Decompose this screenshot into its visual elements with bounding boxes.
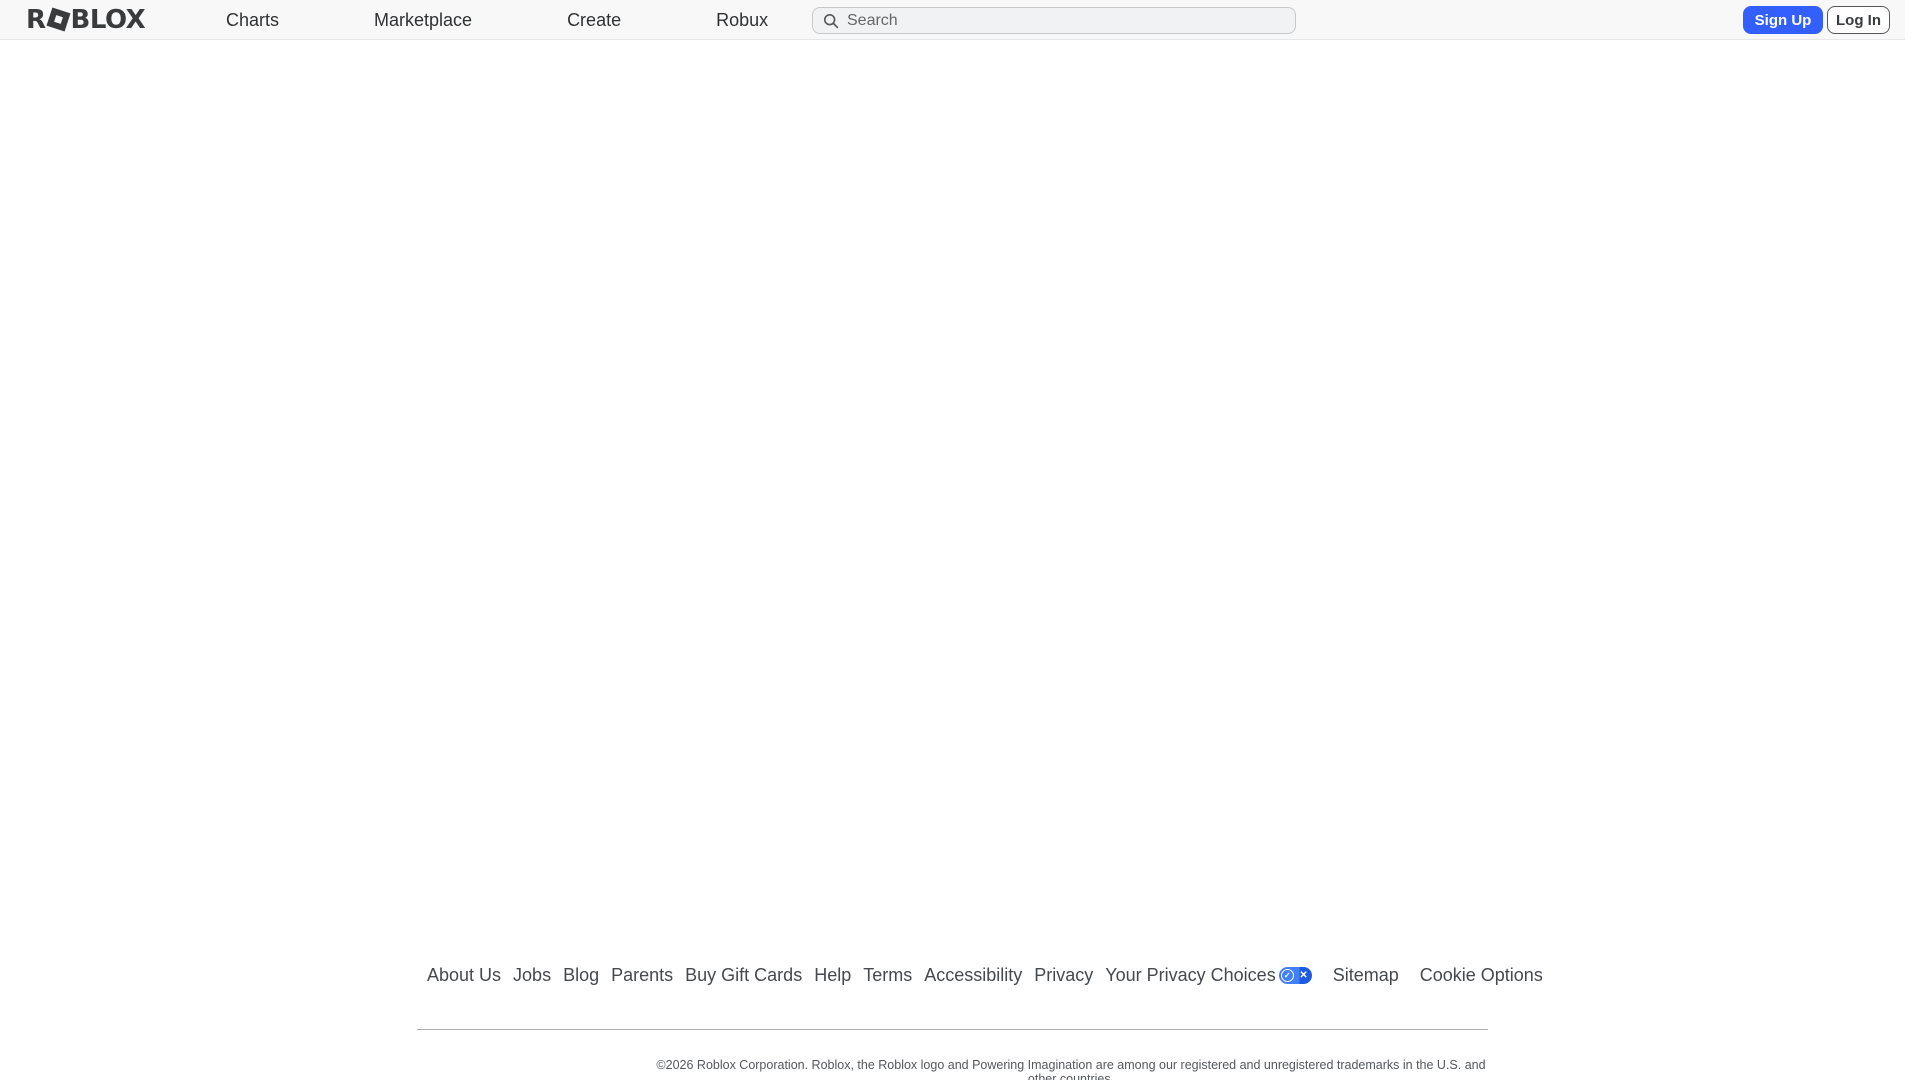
nav-item-create[interactable]: Create	[567, 10, 621, 31]
nav-item-marketplace[interactable]: Marketplace	[374, 10, 472, 31]
roblox-tile-icon	[46, 7, 70, 31]
footer-link-blog[interactable]: Blog	[563, 965, 599, 986]
footer-divider	[417, 1029, 1488, 1030]
privacy-check-icon: ✓	[1281, 969, 1294, 982]
logo-text-r: R	[26, 5, 46, 35]
footer-link-parents[interactable]: Parents	[611, 965, 673, 986]
search-box[interactable]	[812, 7, 1296, 34]
privacy-x-icon: ✕	[1299, 970, 1307, 981]
roblox-logo[interactable]: R BLOX	[26, 0, 145, 40]
main-content-empty	[0, 41, 1920, 941]
footer-link-about-us[interactable]: About Us	[427, 965, 501, 986]
footer-link-cookie-options[interactable]: Cookie Options	[1420, 965, 1543, 986]
logo-text-blox: BLOX	[71, 5, 146, 35]
nav-item-charts[interactable]: Charts	[226, 10, 279, 31]
log-in-button[interactable]: Log In	[1827, 6, 1890, 34]
footer-link-privacy[interactable]: Privacy	[1034, 965, 1093, 986]
footer-link-sitemap[interactable]: Sitemap	[1333, 965, 1399, 986]
footer-link-accessibility[interactable]: Accessibility	[924, 965, 1022, 986]
footer-link-your-privacy-choices[interactable]: Your Privacy Choices ✓ ✕	[1105, 965, 1311, 986]
footer-copyright: ©2026 Roblox Corporation. Roblox, the Ro…	[655, 1058, 1487, 1080]
footer-link-terms[interactable]: Terms	[863, 965, 912, 986]
nav-item-robux[interactable]: Robux	[716, 10, 768, 31]
privacy-choices-icon: ✓ ✕	[1279, 967, 1312, 984]
nav-links: Charts Marketplace Create Robux	[226, 0, 768, 40]
search-icon	[823, 13, 839, 29]
footer-link-help[interactable]: Help	[814, 965, 851, 986]
search-input[interactable]	[847, 12, 1285, 30]
your-privacy-choices-label: Your Privacy Choices	[1105, 965, 1275, 986]
top-navigation-bar: R BLOX Charts Marketplace Create Robux S…	[0, 0, 1905, 40]
footer-links: About Us Jobs Blog Parents Buy Gift Card…	[427, 965, 1543, 986]
sign-up-button[interactable]: Sign Up	[1743, 6, 1823, 34]
page: R BLOX Charts Marketplace Create Robux S…	[0, 0, 1920, 1080]
footer-link-jobs[interactable]: Jobs	[513, 965, 551, 986]
footer-link-buy-gift-cards[interactable]: Buy Gift Cards	[685, 965, 802, 986]
